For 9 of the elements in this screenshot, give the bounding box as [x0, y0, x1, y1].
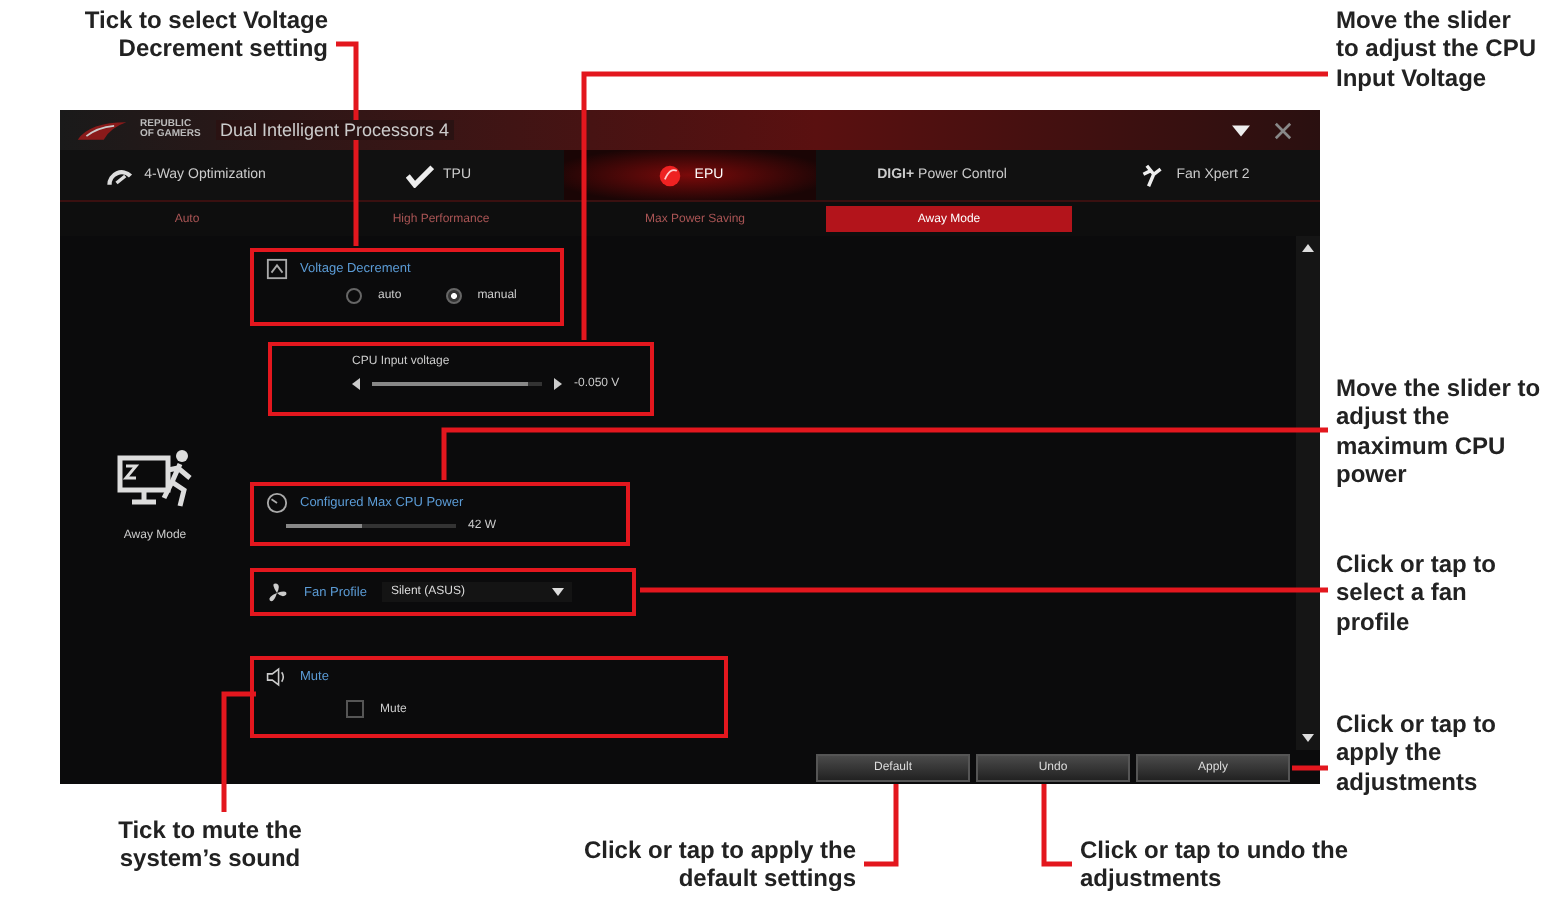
callout-text: Tick to select Voltage Decrement setting [82, 6, 328, 64]
callout-text: Click or tap to apply the default settings [581, 836, 856, 894]
callout-text: Click or tap to select a fan profile [1336, 550, 1499, 637]
callout-text: Click or tap to undo the adjustments [1080, 836, 1350, 894]
callout-text: Click or tap to apply the adjustments [1336, 710, 1499, 797]
callout-text: Move the slider to adjust the maximum CPU power [1336, 374, 1543, 490]
callout-text: Move the slider to adjust the CPU Input Voltage [1336, 6, 1536, 93]
window-title: Dual Intelligent Processors 4 [216, 120, 454, 140]
callout-text: Tick to mute the system’s sound [116, 816, 304, 874]
